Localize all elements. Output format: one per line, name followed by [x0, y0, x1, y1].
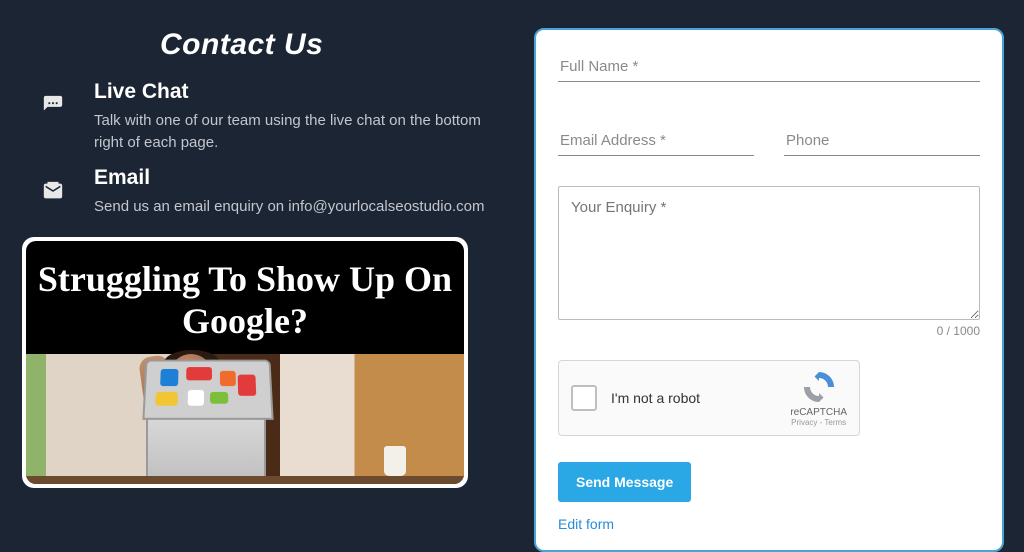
- promo-image: [26, 354, 464, 484]
- promo-person-illustration: [116, 350, 256, 484]
- email-input[interactable]: [558, 122, 754, 156]
- contact-item-email: Email Send us an email enquiry on info@y…: [20, 166, 504, 218]
- contact-text-email: Email Send us an email enquiry on info@y…: [94, 166, 494, 218]
- recaptcha-label: I'm not a robot: [611, 390, 700, 406]
- left-column: Contact Us Live Chat Talk with one of ou…: [20, 28, 504, 552]
- recaptcha-brand-block: reCAPTCHA Privacy - Terms: [790, 369, 847, 427]
- contact-form: 0 / 1000 I'm not a robot reCAPTCHA Priva…: [534, 28, 1004, 552]
- field-fullname: [558, 48, 980, 92]
- livechat-body: Talk with one of our team using the live…: [94, 110, 504, 154]
- email-icon: [32, 170, 74, 212]
- enquiry-textarea[interactable]: [558, 186, 980, 320]
- promo-headline: Struggling To Show Up On Google?: [26, 241, 464, 354]
- contact-item-livechat: Live Chat Talk with one of our team usin…: [20, 80, 504, 154]
- email-heading: Email: [94, 166, 494, 190]
- phone-input[interactable]: [784, 122, 980, 156]
- char-count: 0 / 1000: [558, 324, 980, 338]
- field-email: [558, 122, 754, 156]
- cup-illustration: [384, 446, 406, 476]
- recaptcha-logo-icon: [801, 369, 837, 405]
- contact-text-livechat: Live Chat Talk with one of our team usin…: [94, 80, 504, 154]
- fullname-input[interactable]: [558, 48, 980, 82]
- send-message-button[interactable]: Send Message: [558, 462, 691, 502]
- edit-form-link[interactable]: Edit form: [558, 516, 980, 532]
- recaptcha-links: Privacy - Terms: [790, 418, 847, 427]
- promo-card: Struggling To Show Up On Google?: [22, 237, 468, 488]
- livechat-heading: Live Chat: [94, 80, 504, 104]
- recaptcha-widget: I'm not a robot reCAPTCHA Privacy - Term…: [558, 360, 860, 436]
- recaptcha-brand: reCAPTCHA: [790, 407, 847, 418]
- page-title: Contact Us: [20, 28, 504, 62]
- chat-icon: [32, 84, 74, 126]
- promo-inner: Struggling To Show Up On Google?: [26, 241, 464, 484]
- field-phone: [784, 122, 980, 156]
- recaptcha-checkbox[interactable]: [571, 385, 597, 411]
- email-body: Send us an email enquiry on info@yourloc…: [94, 196, 494, 218]
